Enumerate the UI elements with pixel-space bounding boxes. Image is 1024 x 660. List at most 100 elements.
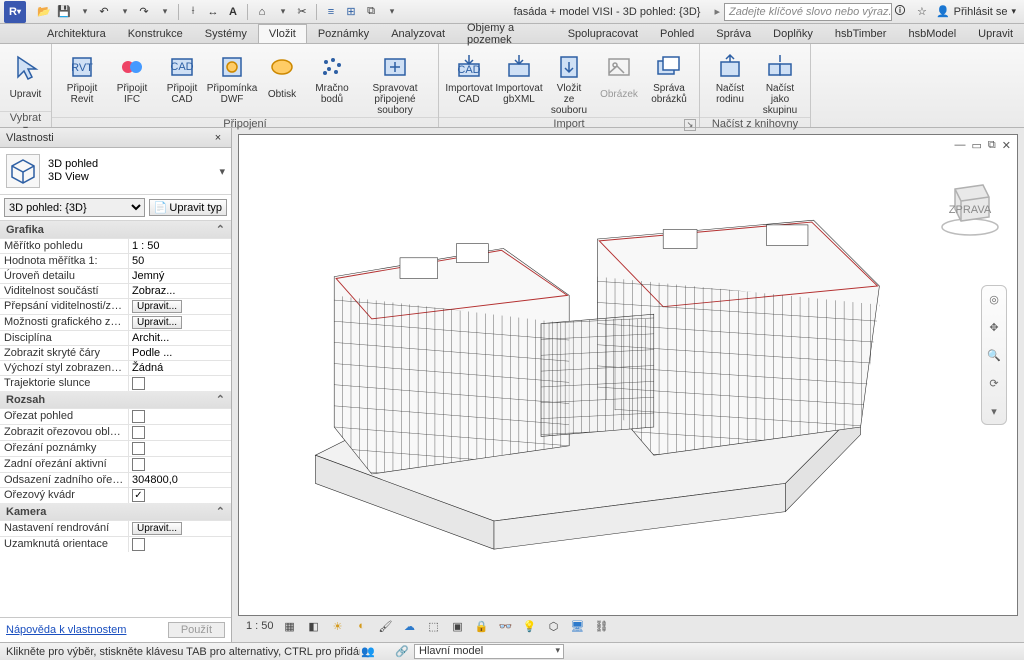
measure-icon[interactable]: ⟊ xyxy=(185,4,201,20)
view-minimize-icon[interactable]: — xyxy=(955,139,966,152)
prop-edit-button[interactable]: Upravit... xyxy=(132,300,182,313)
crop-view-icon[interactable]: ⬚ xyxy=(426,618,442,634)
manage-links-button[interactable]: Spravovat připojené soubory xyxy=(358,48,432,117)
prop-checkbox[interactable] xyxy=(132,538,145,551)
3d-viewport[interactable]: — ▭ ⧉ ✕ ZPRAVA ◎ ✥ 🔍 ⟳ ▾ xyxy=(238,134,1018,616)
link-cad-button[interactable]: CADPřipojit CAD xyxy=(158,48,206,106)
align-dim-icon[interactable]: ↔ xyxy=(205,4,221,20)
properties-help-link[interactable]: Nápověda k vlastnostem xyxy=(6,624,126,636)
instance-selector[interactable]: 3D pohled: {3D} xyxy=(4,198,145,217)
edit-type-button[interactable]: 📄 Upravit typ xyxy=(149,199,227,216)
import-gbxml-button[interactable]: Importovat gbXML xyxy=(495,48,543,106)
switch-windows-icon[interactable]: ⧉ xyxy=(363,4,379,20)
star-icon[interactable]: ☆ xyxy=(914,4,930,20)
view-cube[interactable]: ZPRAVA xyxy=(937,173,1003,239)
link-revit-button[interactable]: RVTPřipojit Revit xyxy=(58,48,106,106)
point-cloud-button[interactable]: Mračno bodů xyxy=(308,48,356,106)
zoom-icon[interactable]: 🔍 xyxy=(985,346,1003,364)
detail-level-icon[interactable]: ▦ xyxy=(282,618,298,634)
redo-dropdown[interactable] xyxy=(156,4,172,20)
manage-images-button[interactable]: Správa obrázků xyxy=(645,48,693,106)
type-selector[interactable]: 3D pohled 3D View xyxy=(48,158,98,184)
reveal-hidden-icon[interactable]: 💡 xyxy=(522,618,538,634)
dwf-markup-button[interactable]: Připomínka DWF xyxy=(208,48,256,106)
app-menu-button[interactable]: R▾ xyxy=(4,1,26,23)
section-icon[interactable]: ✂ xyxy=(294,4,310,20)
type-dropdown-icon[interactable]: ▾ xyxy=(219,165,225,178)
tab-objemy a pozemek[interactable]: Objemy a pozemek xyxy=(456,24,557,43)
prop-edit-button[interactable]: Upravit... xyxy=(132,316,182,329)
decal-button[interactable]: Obtisk xyxy=(258,48,306,106)
prop-value-input[interactable] xyxy=(132,240,228,252)
prop-checkbox[interactable] xyxy=(132,410,145,423)
view-restore-icon[interactable]: ⧉ xyxy=(988,139,996,152)
keyword-search-input[interactable]: Zadejte klíčové slovo nebo výraz. xyxy=(724,3,892,21)
apply-button[interactable]: Použít xyxy=(168,622,225,638)
link-ifc-button[interactable]: Připojit IFC xyxy=(108,48,156,106)
tab-spolupracovat[interactable]: Spolupracovat xyxy=(557,24,649,43)
load-group-button[interactable]: Načíst jako skupinu xyxy=(756,48,804,117)
prop-checkbox[interactable] xyxy=(132,426,145,439)
tab-konstrukce[interactable]: Konstrukce xyxy=(117,24,194,43)
tab-pohled[interactable]: Pohled xyxy=(649,24,705,43)
undo-dropdown[interactable] xyxy=(116,4,132,20)
nav-more-icon[interactable]: ▾ xyxy=(985,402,1003,420)
prop-checkbox[interactable] xyxy=(132,377,145,390)
switch-dropdown[interactable] xyxy=(383,4,399,20)
prop-group-kamera[interactable]: Kamera⌃ xyxy=(0,503,231,520)
render-cloud-icon[interactable]: ☁ xyxy=(402,618,418,634)
orbit-icon[interactable]: ⟳ xyxy=(985,374,1003,392)
3d-dropdown[interactable] xyxy=(274,4,290,20)
modify-button[interactable]: Upravit xyxy=(6,48,45,106)
import-dialog-launcher[interactable]: ↘ xyxy=(684,119,696,131)
tab-vložit[interactable]: Vložit xyxy=(258,24,307,43)
tab-doplňky[interactable]: Doplňky xyxy=(762,24,824,43)
temp-hide-icon[interactable]: 👓 xyxy=(498,618,514,634)
tab-správa[interactable]: Správa xyxy=(705,24,762,43)
workset-icon[interactable]: 👥 xyxy=(360,644,376,660)
prop-checkbox[interactable] xyxy=(132,458,145,471)
sign-in-button[interactable]: 👤 Přihlásit se ▾ xyxy=(936,5,1016,18)
visual-style-icon[interactable]: ◧ xyxy=(306,618,322,634)
view-scale-button[interactable]: 1 : 50 xyxy=(246,620,274,632)
reveal-constraints-icon[interactable]: ⛓ xyxy=(594,618,610,634)
prop-group-grafika[interactable]: Grafika⌃ xyxy=(0,221,231,238)
insert-file-button[interactable]: Vložit ze souboru xyxy=(545,48,593,117)
tab-poznámky[interactable]: Poznámky xyxy=(307,24,380,43)
active-workset-combo[interactable]: Hlavní model xyxy=(414,644,564,659)
import-cad-button[interactable]: CADImportovat CAD xyxy=(445,48,493,106)
load-family-button[interactable]: Načíst rodinu xyxy=(706,48,754,106)
lock-3d-icon[interactable]: 🔒 xyxy=(474,618,490,634)
save-dropdown-icon[interactable] xyxy=(76,4,92,20)
subscription-icon[interactable]: 🛈 xyxy=(892,4,908,20)
render-dialog-icon[interactable]: 🖌 xyxy=(378,618,394,634)
view-close-icon[interactable]: ✕ xyxy=(1002,139,1011,152)
thin-lines-icon[interactable]: ≡ xyxy=(323,4,339,20)
3d-view-icon[interactable]: ⌂ xyxy=(254,4,270,20)
pan-icon[interactable]: ✥ xyxy=(985,318,1003,336)
sun-path-icon[interactable]: ☀ xyxy=(330,618,346,634)
save-icon[interactable]: 💾 xyxy=(56,4,72,20)
editable-only-icon[interactable]: 🔗 xyxy=(394,644,410,660)
shadows-icon[interactable]: ◐ xyxy=(354,618,370,634)
worksharing-display-icon[interactable]: 🖥 xyxy=(570,618,586,634)
tab-hsbmodel[interactable]: hsbModel xyxy=(897,24,967,43)
prop-checkbox[interactable] xyxy=(132,442,145,455)
tab-upravit[interactable]: Upravit xyxy=(967,24,1024,43)
text-icon[interactable]: A xyxy=(225,4,241,20)
tab-hsbtimber[interactable]: hsbTimber xyxy=(824,24,898,43)
panel-close-button[interactable]: × xyxy=(211,132,225,144)
view-maximize-icon[interactable]: ▭ xyxy=(972,139,982,152)
tab-analyzovat[interactable]: Analyzovat xyxy=(380,24,456,43)
undo-icon[interactable]: ↶ xyxy=(96,4,112,20)
tab-systémy[interactable]: Systémy xyxy=(194,24,258,43)
close-hidden-icon[interactable]: ⊞ xyxy=(343,4,359,20)
crop-region-icon[interactable]: ▣ xyxy=(450,618,466,634)
open-icon[interactable]: 📂 xyxy=(36,4,52,20)
redo-icon[interactable]: ↷ xyxy=(136,4,152,20)
tab-architektura[interactable]: Architektura xyxy=(36,24,117,43)
prop-checkbox[interactable]: ✓ xyxy=(132,489,145,502)
prop-group-rozsah[interactable]: Rozsah⌃ xyxy=(0,391,231,408)
analytical-icon[interactable]: ⬡ xyxy=(546,618,562,634)
steering-wheel-icon[interactable]: ◎ xyxy=(985,290,1003,308)
